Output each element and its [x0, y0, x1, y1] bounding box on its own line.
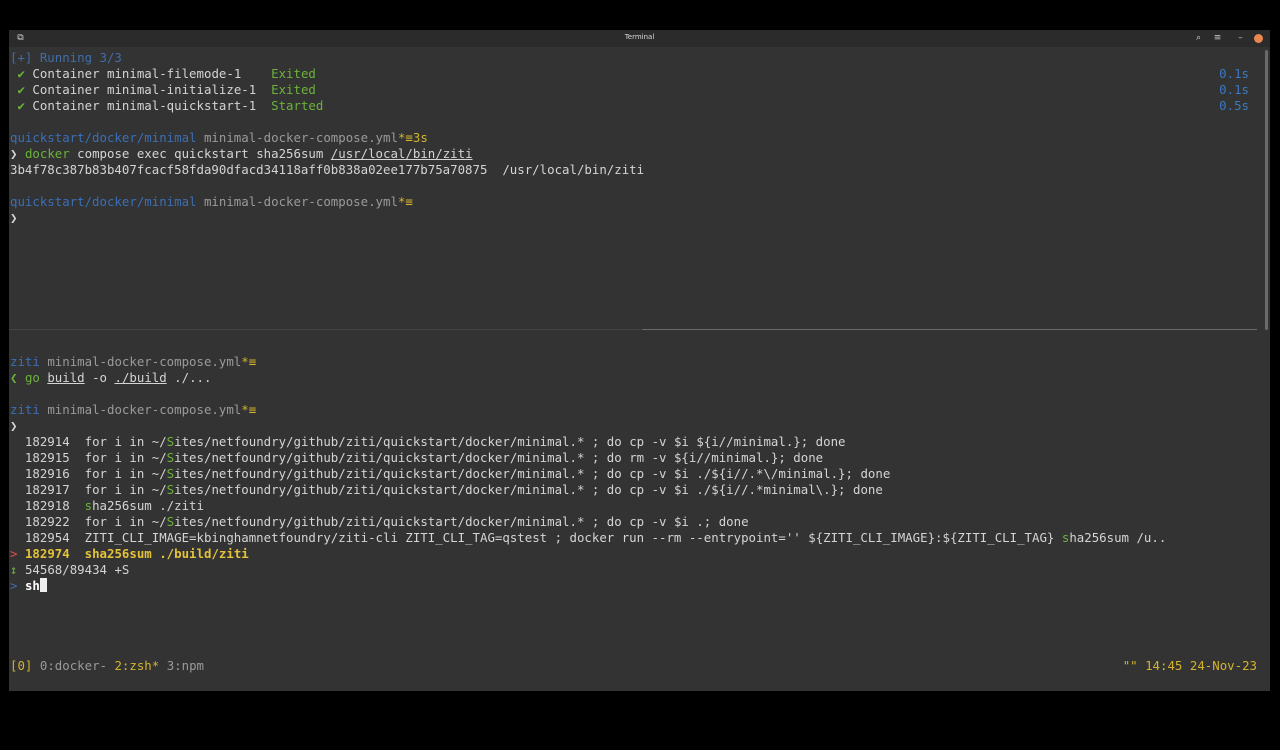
terminal-window: ⧉ Terminal ⌕ ≡ – [+] Running 3/3 ✔ Conta…	[9, 30, 1270, 691]
pane-divider-active[interactable]	[642, 329, 1257, 330]
shell-prompt: ziti minimal-docker-compose.yml*≡	[10, 402, 257, 417]
status-clock: "" 14:45 24-Nov-23	[1122, 658, 1257, 673]
compose-duration: 0.1s	[1219, 82, 1249, 97]
history-item-selected[interactable]: > 182974 sha256sum ./build/ziti	[10, 546, 249, 562]
history-item[interactable]: 182954 ZITI_CLI_IMAGE=kbinghamnetfoundry…	[10, 530, 1166, 546]
prompt-arrow: ❯	[10, 418, 18, 433]
history-item[interactable]: 182917 for i in ~/Sites/netfoundry/githu…	[10, 482, 883, 498]
history-item[interactable]: 182922 for i in ~/Sites/netfoundry/githu…	[10, 514, 749, 530]
history-counter: ↕ 54568/89434 +S	[10, 562, 130, 577]
command-line: ❯ docker compose exec quickstart sha256s…	[10, 146, 473, 161]
session-index: [0]	[10, 658, 33, 673]
shell-prompt: ziti minimal-docker-compose.yml*≡	[10, 354, 257, 369]
shell-prompt: quickstart/docker/minimal minimal-docker…	[10, 194, 413, 209]
compose-row: ✔ Container minimal-filemode-1 Exited	[17, 66, 316, 81]
scrollbar[interactable]	[1265, 50, 1268, 330]
compose-duration: 0.1s	[1219, 66, 1249, 81]
command-line: ❮ go build -o ./build ./...	[10, 370, 212, 385]
compose-row: ✔ Container minimal-quickstart-1 Started	[17, 98, 324, 113]
tmux-window-tab-active[interactable]: 2:zsh*	[114, 658, 159, 673]
compose-duration: 0.5s	[1219, 98, 1249, 113]
shell-prompt: quickstart/docker/minimal minimal-docker…	[10, 130, 428, 145]
tmux-window-tab[interactable]: 3:npm	[167, 658, 204, 673]
search-input[interactable]: > sh	[10, 578, 47, 594]
compose-header: [+] Running 3/3	[10, 50, 122, 65]
history-item[interactable]: 182916 for i in ~/Sites/netfoundry/githu…	[10, 466, 890, 482]
terminal-content[interactable]: [+] Running 3/3 ✔ Container minimal-file…	[9, 30, 1270, 750]
tmux-window-tab[interactable]: 0:docker-	[40, 658, 107, 673]
history-item[interactable]: 182914 for i in ~/Sites/netfoundry/githu…	[10, 434, 846, 450]
command-output: 3b4f78c387b83b407fcacf58fda90dfacd34118a…	[10, 162, 645, 177]
history-item[interactable]: 182915 for i in ~/Sites/netfoundry/githu…	[10, 450, 823, 466]
tmux-status-bar: [0] 0:docker- 2:zsh* 3:npm	[10, 658, 204, 674]
history-item[interactable]: 182918 sha256sum ./ziti	[10, 498, 204, 514]
text-cursor	[39, 578, 47, 592]
compose-row: ✔ Container minimal-initialize-1 Exited	[17, 82, 316, 97]
pane-divider[interactable]	[9, 329, 641, 330]
prompt-arrow: ❯	[10, 210, 18, 225]
